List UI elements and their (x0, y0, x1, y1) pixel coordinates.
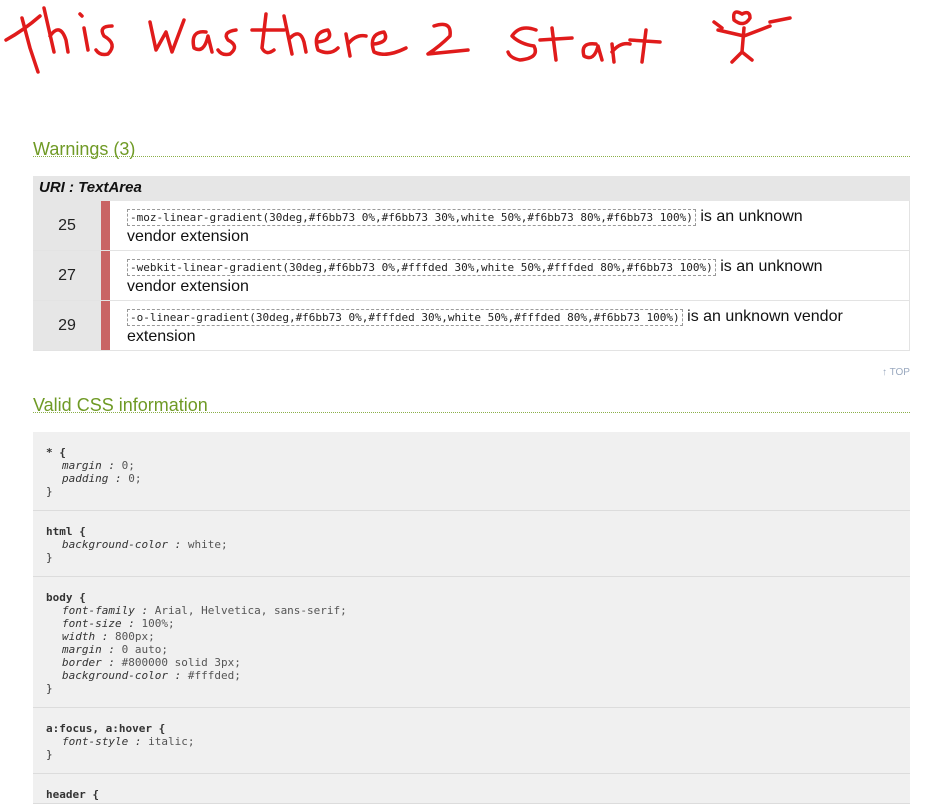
warning-text-b: vendor extension (127, 228, 249, 245)
warning-text-a: is an unknown (715, 258, 823, 275)
css-selector: header { (46, 788, 99, 801)
css-declaration: background-color : white; (62, 538, 228, 551)
css-selector: body { (46, 591, 86, 604)
line-number: 27 (33, 251, 101, 300)
warning-marker (101, 301, 110, 350)
css-declaration: font-style : italic; (62, 735, 195, 748)
warning-marker (101, 251, 110, 300)
warning-message: -webkit-linear-gradient(30deg,#f6bb73 0%… (127, 257, 897, 296)
css-declaration: font-size : 100%; (62, 617, 175, 630)
warning-gap (110, 201, 120, 250)
handwritten-scribble (4, 6, 792, 74)
css-rule-block: a:focus, a:hover { font-style : italic; … (33, 708, 910, 774)
css-close-brace: } (46, 748, 53, 761)
warnings-table: 25 -moz-linear-gradient(30deg,#f6bb73 0%… (33, 201, 910, 351)
warning-text-a: is an unknown vendor (682, 308, 843, 325)
css-snippet: -o-linear-gradient(30deg,#f6bb73 0%,#fff… (127, 309, 683, 326)
css-declaration: border : #800000 solid 3px; (62, 656, 241, 669)
warning-gap (110, 251, 120, 300)
warning-text-b: extension (127, 328, 196, 345)
css-close-brace: } (46, 485, 53, 498)
row-border (909, 251, 910, 300)
css-declaration: width : 800px; (62, 630, 155, 643)
css-selector: html { (46, 525, 86, 538)
css-declaration: margin : 0; (62, 459, 135, 472)
warning-text-a: is an unknown (695, 208, 803, 225)
css-snippet: -moz-linear-gradient(30deg,#f6bb73 0%,#f… (127, 209, 696, 226)
warning-row: 29 -o-linear-gradient(30deg,#f6bb73 0%,#… (33, 301, 910, 351)
uri-header: URI : TextArea (33, 176, 910, 201)
css-snippet: -webkit-linear-gradient(30deg,#f6bb73 0%… (127, 259, 716, 276)
warning-row: 25 -moz-linear-gradient(30deg,#f6bb73 0%… (33, 201, 910, 251)
back-to-top-link[interactable]: ↑ TOP (882, 367, 910, 378)
css-declaration: margin : 0 auto; (62, 643, 168, 656)
warning-message: -o-linear-gradient(30deg,#f6bb73 0%,#fff… (127, 307, 897, 346)
css-close-brace: } (46, 682, 53, 695)
row-border (909, 301, 910, 350)
warning-message: -moz-linear-gradient(30deg,#f6bb73 0%,#f… (127, 207, 897, 246)
css-declaration: font-family : Arial, Helvetica, sans-ser… (62, 604, 347, 617)
css-close-brace: } (46, 551, 53, 564)
css-declaration: background-color : #fffded; (62, 669, 241, 682)
css-rule-block: html { background-color : white; } (33, 511, 910, 577)
css-selector: a:focus, a:hover { (46, 722, 166, 735)
warning-text-b: vendor extension (127, 278, 249, 295)
css-declaration: padding : 0; (62, 472, 142, 485)
css-rule-block: * { margin : 0; padding : 0; } (33, 432, 910, 511)
warning-gap (110, 301, 120, 350)
css-selector: * { (46, 446, 66, 459)
warning-marker (101, 201, 110, 250)
valid-css-divider (33, 412, 910, 413)
css-rule-block: header { (33, 774, 910, 804)
warnings-divider (33, 156, 910, 157)
line-number: 29 (33, 301, 101, 350)
row-border (909, 201, 910, 250)
line-number: 25 (33, 201, 101, 250)
warning-row: 27 -webkit-linear-gradient(30deg,#f6bb73… (33, 251, 910, 301)
css-rule-block: body { font-family : Arial, Helvetica, s… (33, 577, 910, 708)
